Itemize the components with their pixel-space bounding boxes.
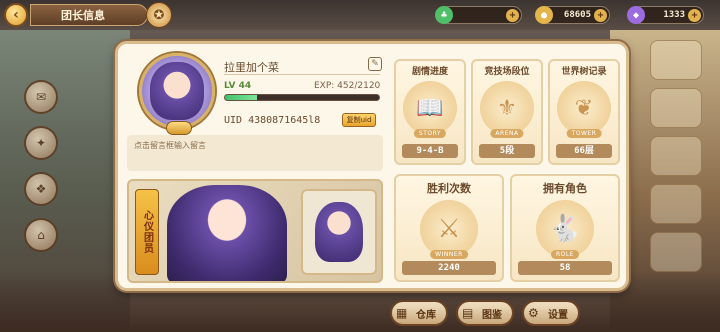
coin-counter: ● 68605 + <box>535 6 610 24</box>
player-name: 拉里加个菜 <box>224 59 380 75</box>
settings-label: 设置 <box>548 309 568 321</box>
page-title: 团长信息 <box>61 9 105 22</box>
owned-roles-value: 58 <box>518 261 612 275</box>
book-icon: 📖 <box>403 81 457 135</box>
gear-icon: ⚙ <box>528 306 539 320</box>
gem-icon: ◆ <box>627 6 645 24</box>
stamina-icon: ♣ <box>435 6 453 24</box>
favorite-member-chibi-icon <box>315 202 363 262</box>
favorite-member-label: 心仪团员 <box>135 189 159 275</box>
event-icon: ✦ <box>35 136 47 150</box>
stamina-add-button[interactable]: + <box>506 9 519 22</box>
bottom-menu: ▦ 仓库 ▤ 图鉴 ⚙ 设置 <box>390 300 580 326</box>
warehouse-button[interactable]: ▦ 仓库 <box>390 300 448 326</box>
exp-progress-fill <box>225 95 258 100</box>
role-emblem-label: ROLE <box>550 250 580 259</box>
arena-rank-title: 竞技场段位 <box>484 67 530 77</box>
page-title-plate: 团长信息 <box>30 4 148 26</box>
back-arrow-icon: ‹ <box>13 7 19 23</box>
side-nav-button[interactable]: ✦ <box>24 126 58 160</box>
tower-record-card[interactable]: 世界树记录 ❦ TOWER 66层 <box>548 59 620 165</box>
owned-roles-title: 拥有角色 <box>543 182 587 195</box>
right-shortcut[interactable] <box>650 40 702 80</box>
stamina-counter: ♣ + <box>435 6 522 24</box>
tower-record-title: 世界树记录 <box>561 67 607 77</box>
coin-value: 68605 <box>563 10 591 20</box>
victories-card[interactable]: 胜利次数 ⚔ WINNER 2240 <box>394 174 504 282</box>
codex-button[interactable]: ▤ 图鉴 <box>456 300 514 326</box>
story-progress-value: 9-4-B <box>402 144 458 158</box>
tower-emblem-label: TOWER <box>566 129 602 138</box>
arena-rank-value: 5段 <box>479 144 535 158</box>
gem-value: 1333 <box>663 10 685 20</box>
arena-crest-icon: ⚜ <box>480 81 534 135</box>
right-shortcut[interactable] <box>650 232 702 272</box>
message-input[interactable]: 点击留言框输入留言 <box>127 135 383 171</box>
codex-label: 图鉴 <box>482 309 502 321</box>
gem-add-button[interactable]: + <box>688 9 701 22</box>
story-progress-title: 剧情进度 <box>411 67 448 77</box>
player-level: LV 44 <box>224 81 252 91</box>
favorite-member-thumbnail[interactable] <box>301 189 377 275</box>
owned-roles-card[interactable]: 拥有角色 🐇 ROLE 58 <box>510 174 620 282</box>
victories-title: 胜利次数 <box>427 182 471 195</box>
right-shortcut[interactable] <box>650 184 702 224</box>
right-side-shortcuts <box>650 40 710 280</box>
side-nav-button[interactable]: ✉ <box>24 80 58 114</box>
tree-icon: ❦ <box>557 81 611 135</box>
avatar-frame-tag <box>166 121 192 135</box>
warehouse-label: 仓库 <box>416 309 436 321</box>
shop-icon: ⌂ <box>37 228 45 242</box>
right-shortcut[interactable] <box>650 88 702 128</box>
activity-icon: ❖ <box>35 182 47 196</box>
gem-counter: ◆ 1333 + <box>627 6 704 24</box>
arena-emblem-label: ARENA <box>490 129 524 138</box>
codex-icon: ▤ <box>462 306 474 320</box>
warehouse-icon: ▦ <box>396 306 408 320</box>
story-emblem-label: STORY <box>413 129 447 138</box>
player-exp: EXP: 452/2120 <box>314 81 381 91</box>
edit-name-icon[interactable]: ✎ <box>368 57 382 71</box>
avatar-portrait-icon <box>150 62 204 120</box>
side-nav-button[interactable]: ❖ <box>24 172 58 206</box>
crest-icon: ✪ <box>146 2 172 28</box>
story-progress-card[interactable]: 剧情进度 📖 STORY 9-4-B <box>394 59 466 165</box>
exp-progress-bar <box>224 94 380 101</box>
side-nav-button[interactable]: ⌂ <box>24 218 58 252</box>
coin-icon: ● <box>535 6 553 24</box>
settings-button[interactable]: ⚙ 设置 <box>522 300 580 326</box>
side-nav: ✉ ✦ ❖ ⌂ <box>24 80 64 264</box>
player-uid: UID 4380871645l8 <box>224 115 321 126</box>
coin-add-button[interactable]: + <box>594 9 607 22</box>
favorite-member-card[interactable]: 心仪团员 <box>127 179 383 283</box>
right-shortcut[interactable] <box>650 136 702 176</box>
tower-record-value: 66层 <box>556 144 612 158</box>
mail-icon: ✉ <box>35 90 47 104</box>
favorite-member-portrait <box>167 185 287 281</box>
profile-panel: 拉里加个菜 ✎ LV 44 EXP: 452/2120 UID 43808716… <box>115 41 629 291</box>
avatar[interactable] <box>139 53 215 129</box>
victories-value: 2240 <box>402 261 496 275</box>
copy-uid-button[interactable]: 复制uid <box>342 113 376 127</box>
winner-emblem-label: WINNER <box>430 250 468 259</box>
top-bar: ‹ 团长信息 ✪ ♣ + ● 68605 + ◆ 1333 + <box>0 0 720 30</box>
arena-rank-card[interactable]: 竞技场段位 ⚜ ARENA 5段 <box>471 59 543 165</box>
back-button[interactable]: ‹ <box>4 3 28 27</box>
